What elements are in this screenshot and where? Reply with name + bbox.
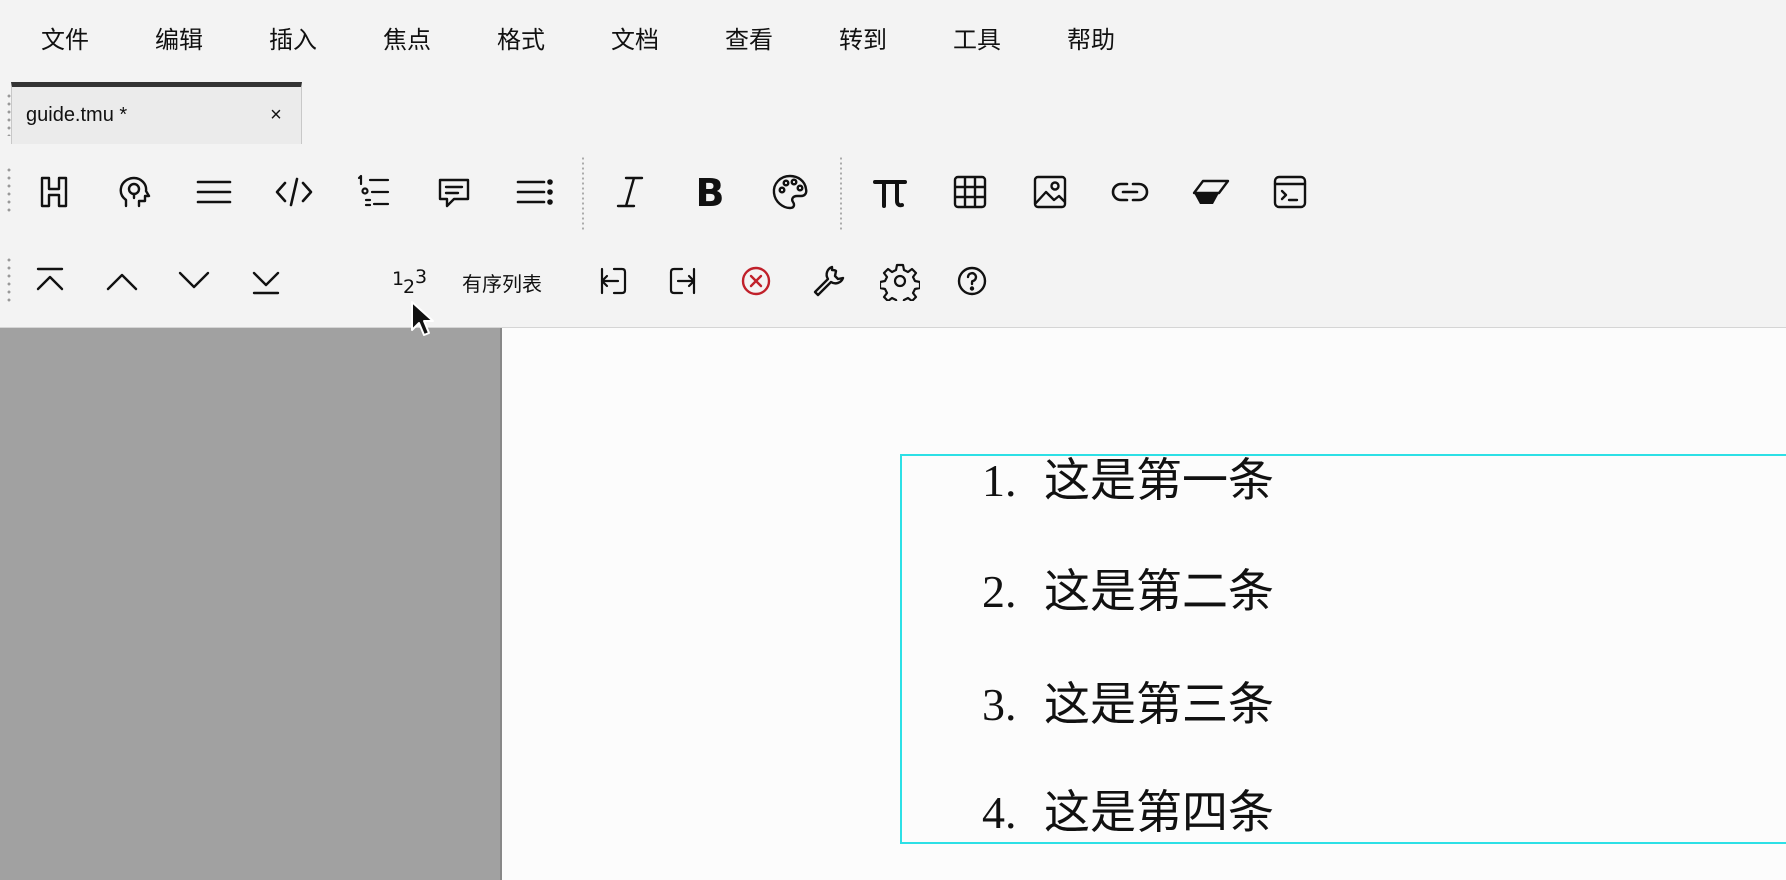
move-top-icon[interactable] xyxy=(20,251,80,311)
mouse-cursor-icon xyxy=(410,300,434,343)
bold-icon[interactable]: B xyxy=(680,162,740,222)
palette-icon[interactable] xyxy=(760,162,820,222)
list-text[interactable]: 这是第四条 xyxy=(1044,790,1274,836)
svg-text:2: 2 xyxy=(403,276,415,298)
terminal-icon[interactable] xyxy=(1260,162,1320,222)
focus-highlight xyxy=(900,454,1786,844)
tab-guide[interactable]: guide.tmu * × xyxy=(11,82,302,144)
tab-close-icon[interactable]: × xyxy=(251,104,301,127)
move-down-icon[interactable] xyxy=(164,251,224,311)
heading-icon[interactable] xyxy=(24,162,84,222)
move-bottom-icon[interactable] xyxy=(236,251,296,311)
menu-insert[interactable]: 插入 xyxy=(236,12,350,62)
menu-format[interactable]: 格式 xyxy=(464,12,578,62)
list-text[interactable]: 这是第一条 xyxy=(1044,458,1274,504)
move-up-icon[interactable] xyxy=(92,251,152,311)
idea-icon[interactable] xyxy=(104,162,164,222)
outline-toolbar: 1 2 3 有序列表 xyxy=(0,239,1786,328)
menu-document[interactable]: 文档 xyxy=(578,12,692,62)
menu-focus[interactable]: 焦点 xyxy=(350,12,464,62)
code-icon[interactable] xyxy=(264,162,324,222)
toolbar-grip[interactable] xyxy=(7,166,11,216)
list-structure-icon[interactable] xyxy=(344,162,404,222)
comment-icon[interactable] xyxy=(424,162,484,222)
sidebar-panel xyxy=(0,328,502,880)
svg-text:3: 3 xyxy=(415,266,427,288)
wrench-icon[interactable] xyxy=(798,251,858,311)
menu-tools[interactable]: 工具 xyxy=(920,12,1034,62)
pi-icon[interactable] xyxy=(860,162,920,222)
tab-strip: guide.tmu * × xyxy=(0,74,1786,144)
eraser-icon[interactable] xyxy=(1180,162,1240,222)
table-icon[interactable] xyxy=(940,162,1000,222)
paragraph-icon[interactable] xyxy=(184,162,244,222)
list-number: 1. xyxy=(982,455,1017,506)
menu-goto[interactable]: 转到 xyxy=(806,12,920,62)
link-icon[interactable] xyxy=(1100,162,1160,222)
menu-edit[interactable]: 编辑 xyxy=(122,12,236,62)
list-item[interactable]: 2. 这是第二条 xyxy=(982,569,1274,615)
list-number: 3. xyxy=(982,679,1017,730)
list-text[interactable]: 这是第二条 xyxy=(1044,569,1274,615)
list-number: 4. xyxy=(982,787,1017,838)
toolbar-separator xyxy=(582,156,584,232)
bullet-list-icon[interactable] xyxy=(504,162,564,222)
toolbar-separator xyxy=(840,156,842,232)
list-item[interactable]: 3. 这是第三条 xyxy=(982,682,1274,728)
menu-bar: 文件 编辑 插入 焦点 格式 文档 查看 转到 工具 帮助 xyxy=(0,0,1786,74)
editor-canvas[interactable]: 1. 这是第一条 2. 这是第二条 3. 这是第三条 4. 这是第四条 xyxy=(502,328,1786,880)
tab-title: guide.tmu * xyxy=(26,104,128,126)
list-text[interactable]: 这是第三条 xyxy=(1044,682,1274,728)
list-number: 2. xyxy=(982,566,1017,617)
outdent-icon[interactable] xyxy=(582,251,642,311)
indent-icon[interactable] xyxy=(654,251,714,311)
help-icon[interactable] xyxy=(942,251,1002,311)
svg-text:B: B xyxy=(696,172,725,212)
list-item[interactable]: 4. 这是第四条 xyxy=(982,790,1274,836)
ordered-list-label[interactable]: 有序列表 xyxy=(462,257,542,307)
toolbar-grip[interactable] xyxy=(7,256,11,304)
menu-file[interactable]: 文件 xyxy=(8,12,122,62)
menu-help[interactable]: 帮助 xyxy=(1034,12,1148,62)
image-icon[interactable] xyxy=(1020,162,1080,222)
list-item[interactable]: 1. 这是第一条 xyxy=(982,458,1274,504)
menu-view[interactable]: 查看 xyxy=(692,12,806,62)
format-toolbar: B xyxy=(0,144,1786,239)
delete-icon[interactable] xyxy=(726,251,786,311)
italic-icon[interactable] xyxy=(600,162,660,222)
settings-icon[interactable] xyxy=(870,251,930,311)
